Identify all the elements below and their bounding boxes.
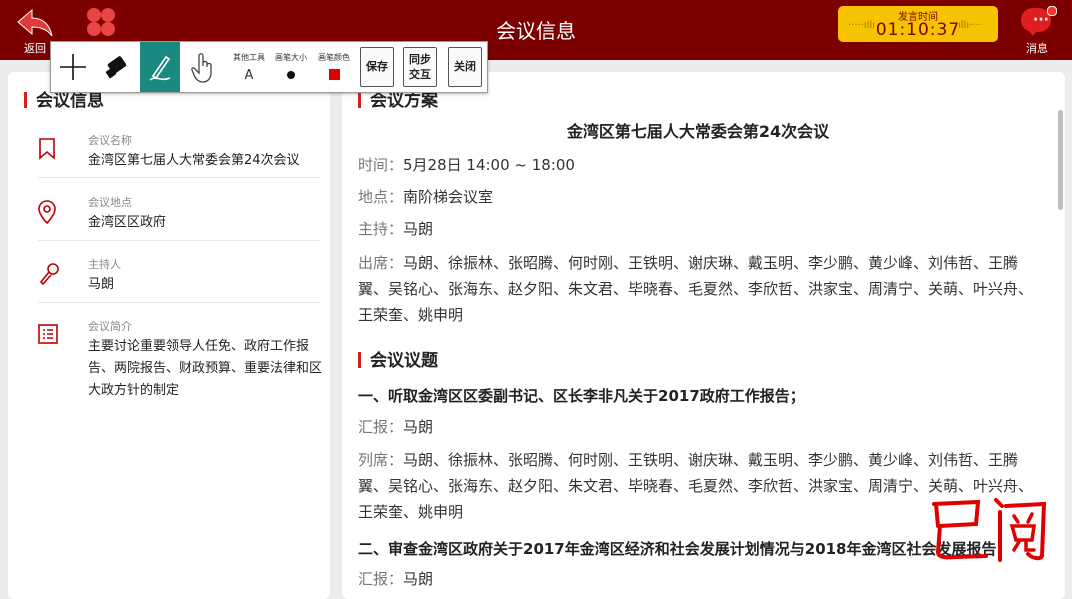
notification-dot: [1047, 6, 1057, 16]
meeting-attendees: 出席：马朗、徐振林、张昭腾、何时刚、王铁明、谢庆琳、戴玉明、李少鹏、黄少峰、刘伟…: [358, 254, 1034, 324]
info-value: 金湾区第七届人大常委会第24次会议: [88, 153, 300, 168]
info-value: 主要讨论重要领导人任免、政府工作报告、两院报告、财政预算、重要法律和区大政方针的…: [88, 339, 323, 398]
list-icon: [38, 324, 58, 344]
save-button[interactable]: 保存: [360, 47, 394, 87]
crosshair-icon: [60, 54, 86, 80]
scrollbar[interactable]: [1058, 110, 1063, 210]
sync-interact-button[interactable]: 同步 交互: [403, 47, 437, 87]
other-tools-label: 其他工具: [233, 53, 265, 62]
info-label: 会议名称: [88, 134, 132, 147]
pen-color-button[interactable]: 画笔颜色: [316, 52, 352, 80]
agenda-section-title: 会议议题: [358, 346, 438, 371]
close-button[interactable]: 关闭: [448, 47, 482, 87]
hand-pointer-icon: [191, 53, 212, 83]
pen-size-label: 画笔大小: [275, 53, 307, 62]
move-tool[interactable]: [51, 42, 95, 92]
text-tool-icon: A: [244, 68, 254, 83]
back-arrow-icon: [17, 8, 53, 37]
agenda-item-title: 一、听取金湾区区委副书记、区长李非凡关于2017政府工作报告；: [358, 387, 805, 405]
menu-clover-icon[interactable]: [85, 6, 117, 38]
handwritten-annotation: [932, 498, 1047, 562]
other-tools-button[interactable]: 其他工具 A: [229, 52, 269, 83]
divider: [38, 177, 320, 178]
info-label: 会议简介: [88, 320, 132, 333]
hand-tool[interactable]: [183, 42, 223, 92]
location-pin-icon: [38, 200, 56, 224]
sync-label: 同步: [409, 53, 431, 66]
pen-tool[interactable]: [140, 42, 180, 92]
bookmark-icon: [39, 138, 55, 160]
eraser-tool[interactable]: [95, 42, 139, 92]
annotation-toolbar: 其他工具 A 画笔大小 画笔颜色 保存 同步 交互 关闭: [50, 41, 488, 93]
pen-color-label: 画笔颜色: [318, 53, 350, 62]
speaking-timer: 发言时间 ‧‧‧‧‧ıllı 01:10:37 ıllı‧‧‧‧: [838, 6, 998, 42]
info-label: 主持人: [88, 258, 121, 271]
agenda-report: 汇报：马朗: [358, 570, 434, 588]
agenda-report: 汇报：马朗: [358, 418, 434, 436]
interact-label: 交互: [409, 68, 431, 81]
meeting-place: 地点：南阶梯会议室: [358, 188, 494, 206]
pen-size-button[interactable]: 画笔大小: [273, 52, 309, 79]
divider: [38, 240, 320, 241]
sound-wave-icon: ıllı‧‧‧‧: [958, 20, 982, 31]
pen-icon: [149, 55, 171, 81]
dot-size-icon: [287, 71, 295, 79]
eraser-icon: [105, 56, 127, 79]
microphone-icon: [39, 263, 59, 286]
info-value: 金湾区区政府: [88, 215, 167, 230]
color-swatch: [328, 69, 340, 80]
messages-button[interactable]: ··· 消息: [1016, 6, 1058, 56]
meeting-name-heading: 金湾区第七届人大常委会第24次会议: [566, 122, 830, 141]
meeting-info-panel: 会议信息 会议名称 金湾区第七届人大常委会第24次会议 会议地点 金湾区区政府 …: [8, 72, 330, 599]
meeting-host: 主持：马朗: [358, 220, 434, 238]
info-label: 会议地点: [88, 196, 132, 209]
messages-label: 消息: [1026, 42, 1048, 55]
meeting-time: 时间：5月28日 14:00 ~ 18:00: [358, 156, 575, 174]
info-value: 马朗: [88, 277, 115, 292]
divider: [38, 302, 320, 303]
